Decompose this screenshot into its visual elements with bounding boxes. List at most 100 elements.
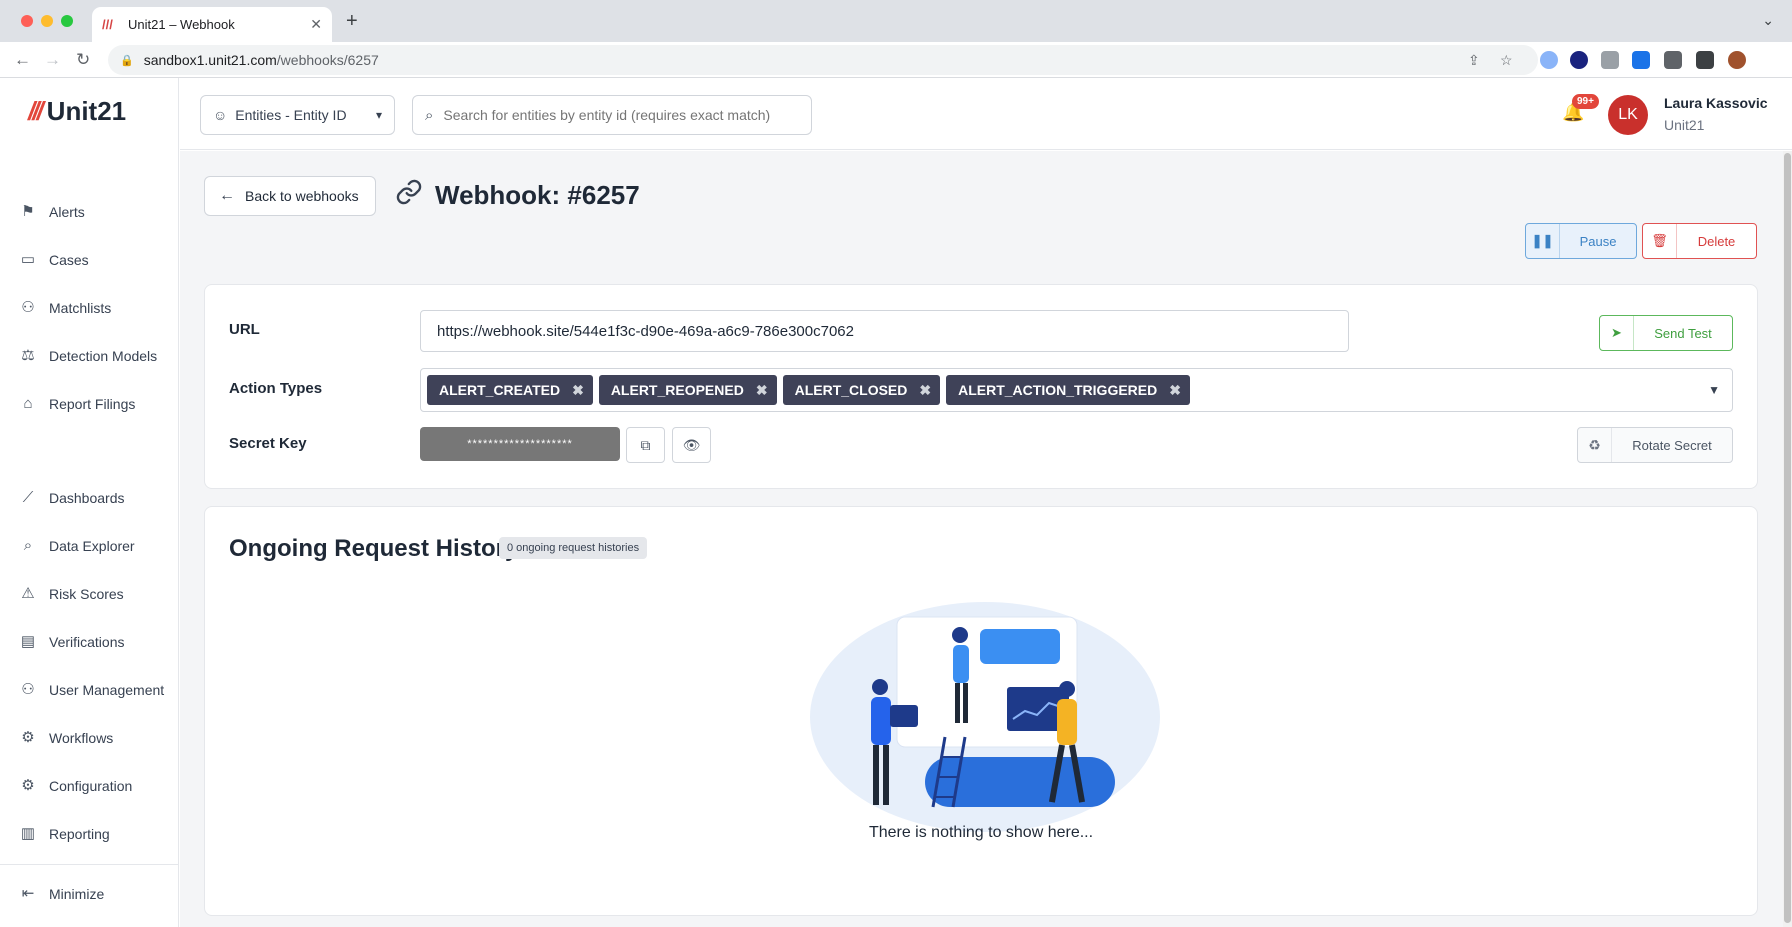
action-type-chip[interactable]: ALERT_CLOSED ✖ <box>782 375 941 405</box>
sidebar-divider <box>0 864 179 865</box>
forward-arrow-icon[interactable]: → <box>44 50 61 70</box>
eye-icon: 👁 <box>682 436 701 453</box>
search-icon: ⌕ <box>425 106 434 124</box>
search-data-icon: ⌕ <box>23 537 33 554</box>
link-icon <box>395 178 423 213</box>
gear-icon: ⚙ <box>21 777 35 794</box>
back-arrow-icon[interactable]: ← <box>14 50 31 70</box>
back-to-webhooks-button[interactable]: ← Back to webhooks <box>204 176 376 216</box>
lock-icon: 🔒 <box>120 54 134 67</box>
browser-tab-bar: /// Unit21 – Webhook ✕ + ⌄ <box>0 0 1792 42</box>
window-minimize-button[interactable] <box>41 15 53 27</box>
sidebar-item-cases[interactable]: ▭ Cases <box>19 248 89 272</box>
omnibox[interactable]: 🔒 sandbox1.unit21.com/webhooks/6257 ⇪ ☆ <box>108 45 1538 75</box>
trash-icon: 🗑 <box>1643 224 1677 258</box>
collapse-left-icon: ⇤ <box>21 885 35 902</box>
sidebar-item-data-explorer[interactable]: ⌕ Data Explorer <box>19 534 135 558</box>
profile-avatar[interactable] <box>1728 51 1746 69</box>
secret-key-label: Secret Key <box>229 435 307 452</box>
sidebar-item-dashboards[interactable]: ⟋ Dashboards <box>19 486 125 510</box>
history-title: Ongoing Request History <box>229 535 519 562</box>
notification-count-badge: 99+ <box>1572 94 1599 109</box>
window-zoom-button[interactable] <box>61 15 73 27</box>
entity-search-field: ⌕ <box>412 95 812 135</box>
user-org: Unit21 <box>1664 117 1705 133</box>
action-type-chip[interactable]: ALERT_CREATED ✖ <box>427 375 593 405</box>
reload-icon[interactable]: ↻ <box>76 50 90 70</box>
sidebar-item-user-management[interactable]: ⚇ User Management <box>19 678 164 702</box>
unit21-logo[interactable]: /// Unit21 <box>28 96 126 127</box>
tab-close-icon[interactable]: ✕ <box>310 16 322 33</box>
request-history-card: Ongoing Request History 0 ongoing reques… <box>204 506 1758 916</box>
workflow-gear-icon: ⚙ <box>21 729 35 746</box>
caret-down-icon[interactable]: ▼ <box>1708 383 1720 397</box>
history-count-badge: 0 ongoing request histories <box>499 537 648 559</box>
sidebar-item-detection-models[interactable]: ⚖ Detection Models <box>19 344 157 368</box>
pause-button[interactable]: ❚❚ Pause <box>1525 223 1637 259</box>
remove-chip-icon[interactable]: ✖ <box>572 382 584 399</box>
sidebar-item-verifications[interactable]: ▤ Verifications <box>19 630 125 654</box>
sidebar-item-reporting[interactable]: ▥ Reporting <box>19 822 110 846</box>
entity-search-input[interactable] <box>443 107 784 123</box>
extension-icon[interactable] <box>1601 51 1619 69</box>
flag-icon: ⚑ <box>21 203 35 220</box>
side-panel-icon[interactable] <box>1696 51 1714 69</box>
warning-icon: ⚠ <box>21 585 35 602</box>
delete-button[interactable]: 🗑 Delete <box>1642 223 1757 259</box>
arrow-left-icon: ← <box>219 187 235 204</box>
sidebar-minimize-button[interactable]: ⇤ Minimize <box>19 882 105 906</box>
main-content: ← Back to webhooks Webhook: #6257 ❚❚ Pau… <box>180 151 1783 927</box>
sidebar-item-matchlists[interactable]: ⚇ Matchlists <box>19 296 111 320</box>
person-icon: ☺ <box>213 107 228 123</box>
id-card-icon: ▤ <box>20 633 36 650</box>
logo-text: Unit21 <box>46 96 127 126</box>
browser-tab[interactable]: /// Unit21 – Webhook ✕ <box>92 7 332 42</box>
sidebar-item-risk-scores[interactable]: ⚠ Risk Scores <box>19 582 123 606</box>
sidebar: /// Unit21 ⚑ Alerts ▭ Cases ⚇ Matchlists ⚖ D… <box>0 78 179 927</box>
scale-icon: ⚖ <box>21 347 35 364</box>
copy-icon: ⧉ <box>640 436 651 453</box>
action-types-select[interactable]: ALERT_CREATED ✖ ALERT_REOPENED ✖ ALERT_CLO… <box>420 368 1733 412</box>
logo-mark-icon: /// <box>28 96 44 126</box>
secret-key-value: ******************** <box>420 427 620 461</box>
report-icon: ▥ <box>20 825 36 842</box>
scrollbar-thumb[interactable] <box>1784 153 1791 923</box>
copy-secret-button[interactable]: ⧉ <box>626 427 665 463</box>
sidebar-item-alerts[interactable]: ⚑ Alerts <box>19 200 85 224</box>
webhook-settings-card: URL ➤ Send Test Action Types ALERT_CREAT… <box>204 284 1758 489</box>
puzzle-icon[interactable] <box>1664 51 1682 69</box>
action-type-chip[interactable]: ALERT_ACTION_TRIGGERED ✖ <box>946 375 1190 405</box>
sidebar-item-workflows[interactable]: ⚙ Workflows <box>19 726 113 750</box>
empty-state-text: There is nothing to show here... <box>868 824 1094 841</box>
send-test-button[interactable]: ➤ Send Test <box>1599 315 1733 351</box>
url-text: sandbox1.unit21.com/webhooks/6257 <box>143 52 379 68</box>
action-type-chip[interactable]: ALERT_REOPENED ✖ <box>598 375 777 405</box>
send-icon: ➤ <box>1600 316 1634 350</box>
user-name: Laura Kassovic <box>1664 95 1768 111</box>
bookmark-star-icon[interactable]: ☆ <box>1500 52 1513 69</box>
url-field[interactable] <box>420 310 1349 352</box>
show-secret-button[interactable]: 👁 <box>672 427 711 463</box>
new-tab-icon[interactable]: + <box>346 10 358 33</box>
briefcase-icon: ▭ <box>20 251 36 268</box>
chevron-down-icon: ▾ <box>375 108 382 122</box>
download-icon[interactable] <box>1632 51 1650 69</box>
remove-chip-icon[interactable]: ✖ <box>756 382 768 399</box>
sidebar-item-configuration[interactable]: ⚙ Configuration <box>19 774 132 798</box>
window-close-button[interactable] <box>21 15 33 27</box>
sidebar-item-report-filings[interactable]: ⌂ Report Filings <box>19 392 135 416</box>
extension-icon[interactable] <box>1570 51 1588 69</box>
user-x-icon: ⚇ <box>21 299 35 316</box>
avatar[interactable]: LK <box>1608 95 1648 135</box>
action-types-label: Action Types <box>229 380 323 397</box>
rotate-secret-button[interactable]: ♻ Rotate Secret <box>1577 427 1733 463</box>
empty-state-illustration <box>810 602 1160 832</box>
users-icon: ⚇ <box>21 681 35 698</box>
entity-type-select[interactable]: ☺ Entities - Entity ID ▾ <box>200 95 395 135</box>
share-icon[interactable]: ⇪ <box>1468 52 1480 69</box>
remove-chip-icon[interactable]: ✖ <box>919 382 931 399</box>
remove-chip-icon[interactable]: ✖ <box>1169 382 1181 399</box>
tab-search-chevron-icon[interactable]: ⌄ <box>1762 12 1774 29</box>
extension-icon[interactable] <box>1540 51 1558 69</box>
main-scrollbar[interactable] <box>1783 151 1792 927</box>
